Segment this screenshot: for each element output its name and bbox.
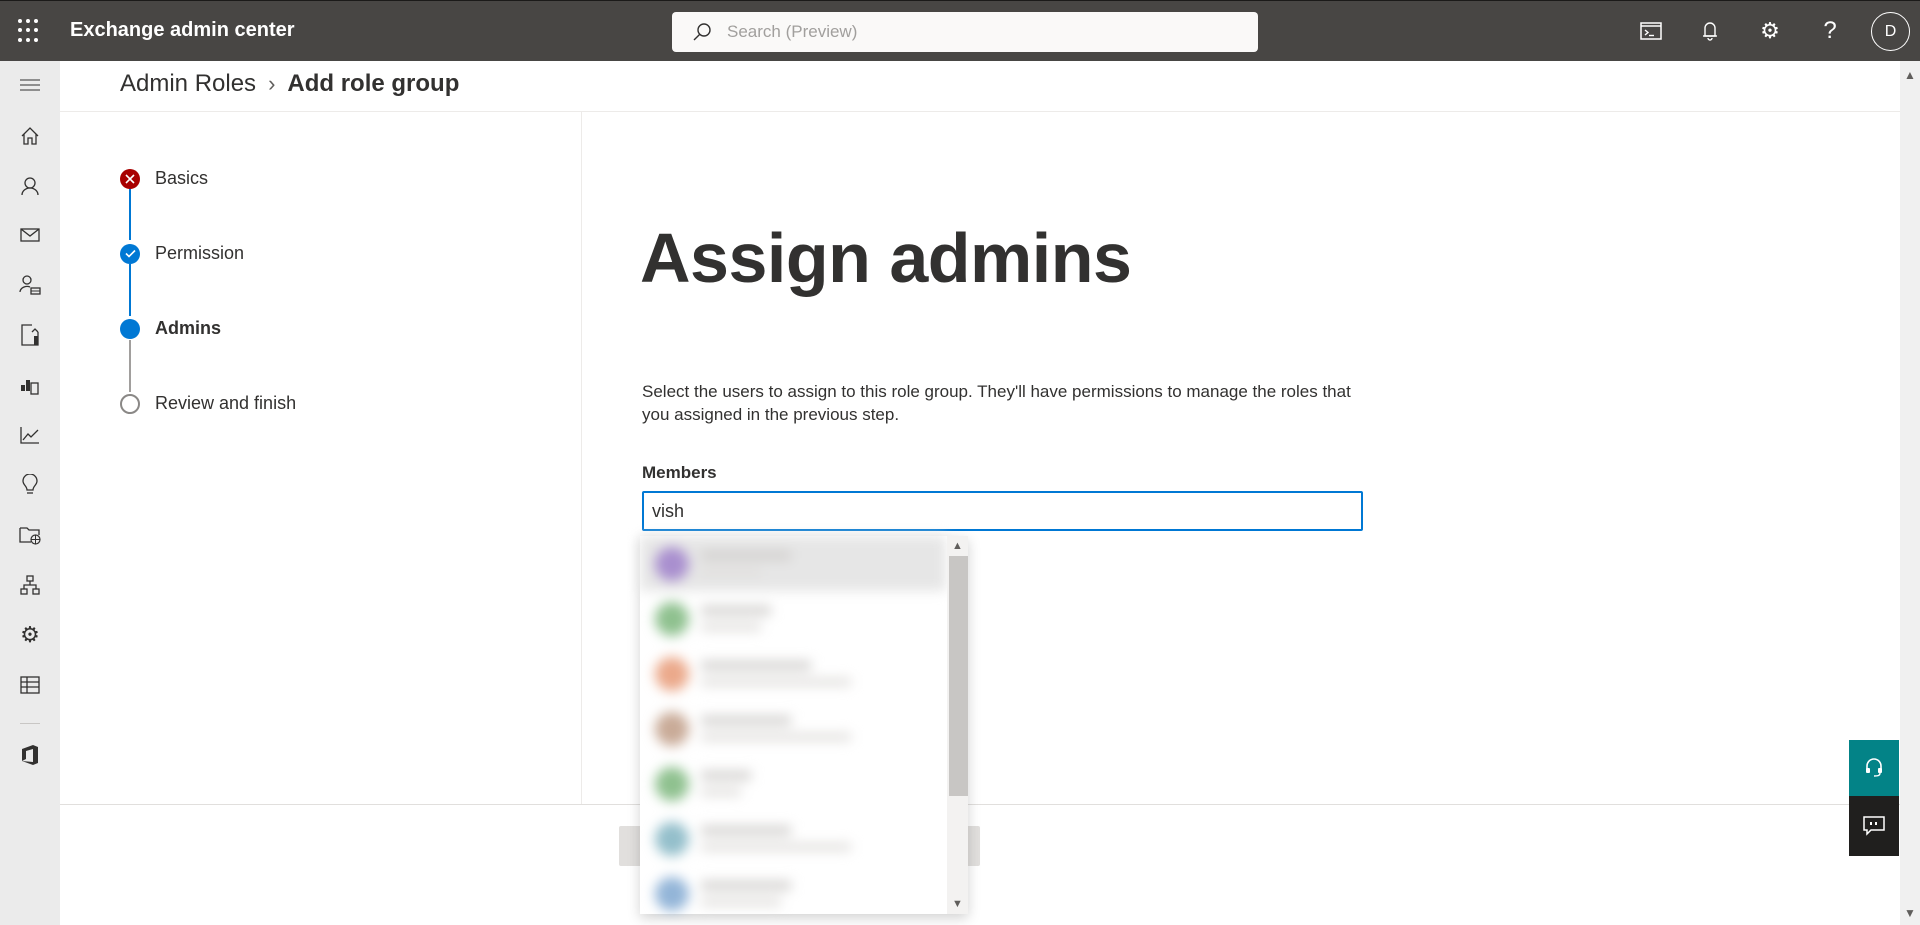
panel-divider (581, 112, 582, 804)
pending-step-icon (120, 393, 140, 414)
error-icon (120, 168, 140, 189)
page-title: Assign admins (640, 219, 1132, 297)
feedback-button[interactable] (1849, 796, 1899, 856)
suggestion-item[interactable] (640, 701, 946, 756)
step-label: Basics (155, 168, 209, 188)
current-step-icon (120, 318, 140, 339)
step-admins[interactable]: Admins (120, 318, 221, 339)
suggestion-item[interactable] (640, 866, 946, 914)
step-connector (129, 340, 131, 392)
scroll-up-icon[interactable]: ▲ (1900, 65, 1920, 85)
checkmark-icon (120, 243, 140, 264)
scroll-down-icon[interactable]: ▼ (1900, 903, 1920, 923)
step-basics[interactable]: Basics (120, 168, 208, 189)
footer-divider (60, 804, 1900, 805)
avatar (655, 546, 689, 581)
breadcrumb-parent[interactable]: Admin Roles (120, 70, 256, 98)
app-launcher-icon[interactable] (18, 19, 42, 43)
migration-icon[interactable] (0, 315, 60, 355)
avatar (655, 766, 689, 801)
app-title: Exchange admin center (70, 19, 295, 41)
organization-icon[interactable] (0, 565, 60, 605)
avatar[interactable]: D (1871, 12, 1910, 51)
reports-icon[interactable] (0, 415, 60, 455)
chevron-right-icon: › (268, 71, 276, 96)
step-label: Permission (155, 243, 245, 263)
step-label: Admins (155, 318, 222, 338)
members-input[interactable] (642, 491, 1363, 531)
nav-divider (20, 723, 40, 724)
breadcrumb-current: Add role group (287, 70, 460, 97)
mail-flow-icon[interactable] (0, 215, 60, 255)
suggestion-item[interactable] (640, 811, 946, 866)
description: Select the users to assign to this role … (642, 382, 1351, 424)
left-nav: ⚙ (0, 61, 60, 925)
other-features-icon[interactable] (0, 665, 60, 705)
step-label: Review and finish (155, 393, 297, 413)
scroll-down-icon[interactable]: ▼ (947, 894, 968, 914)
step-connector (129, 188, 131, 240)
suggestion-item[interactable] (640, 756, 946, 811)
step-review[interactable]: Review and finish (120, 393, 296, 414)
insights-icon[interactable] (0, 465, 60, 505)
avatar (655, 876, 689, 911)
avatar (655, 601, 689, 636)
breadcrumb: Admin Roles › Add role group (120, 70, 459, 98)
recipients-icon[interactable] (0, 166, 60, 206)
scrollbar-thumb[interactable] (949, 556, 968, 796)
office-icon[interactable] (0, 735, 60, 775)
members-label: Members (642, 463, 717, 482)
avatar (655, 656, 689, 691)
search-box[interactable] (672, 12, 1258, 52)
members-suggestions: ▲ ▼ (640, 536, 968, 914)
feedback-icon (1863, 816, 1885, 836)
scroll-up-icon[interactable]: ▲ (947, 536, 968, 556)
avatar (655, 711, 689, 746)
search-input[interactable] (727, 12, 1237, 52)
avatar (655, 821, 689, 856)
hamburger-icon[interactable] (0, 65, 60, 105)
roles-icon[interactable] (0, 265, 60, 305)
help-icon[interactable]: ? (1815, 16, 1845, 46)
page-scrollbar[interactable]: ▲ ▼ (1900, 61, 1920, 925)
suggestion-list (640, 536, 946, 914)
header-divider (60, 111, 1900, 112)
suggestion-item[interactable] (640, 646, 946, 701)
suggestion-item[interactable] (640, 536, 946, 591)
home-icon[interactable] (0, 116, 60, 156)
headset-icon (1866, 758, 1882, 777)
notifications-icon[interactable] (1695, 16, 1725, 46)
public-folders-icon[interactable] (0, 515, 60, 555)
help-support-button[interactable] (1849, 740, 1899, 796)
search-icon (693, 23, 711, 41)
suggestion-item[interactable] (640, 591, 946, 646)
mobile-icon[interactable] (0, 365, 60, 405)
settings-icon[interactable]: ⚙ (1755, 16, 1785, 46)
dropdown-scrollbar[interactable]: ▲ ▼ (947, 536, 968, 914)
step-permission[interactable]: Permission (120, 243, 244, 264)
step-connector (129, 264, 131, 316)
cloud-shell-icon[interactable] (1636, 16, 1666, 46)
settings-icon[interactable]: ⚙ (0, 615, 60, 655)
top-bar: Exchange admin center ⚙ ? D (0, 0, 1920, 61)
